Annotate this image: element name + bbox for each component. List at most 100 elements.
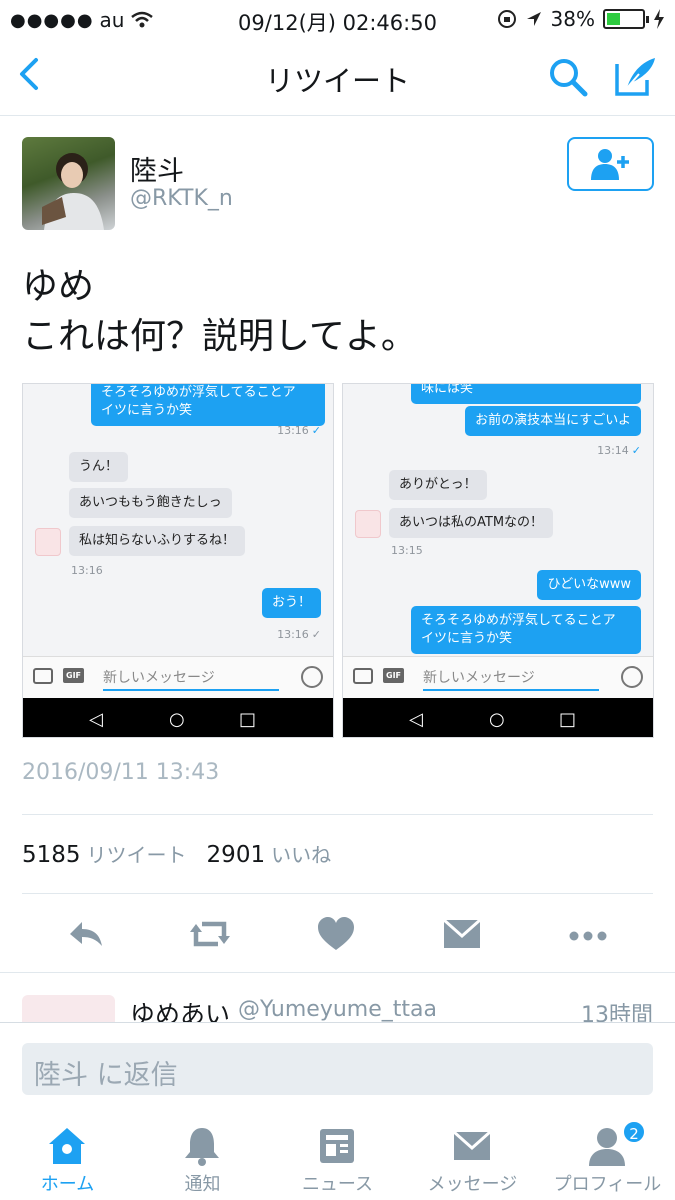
divider (22, 893, 653, 894)
tab-label: ニュース (301, 1174, 374, 1195)
android-nav-keys: ◁ ○ □ (343, 698, 653, 737)
reply-tweet-preview[interactable]: ゆめあい @Yumeyume_ttaa 13時間 (0, 972, 675, 1022)
chat-bubble-received: 私は知らないふりするね！ (69, 526, 246, 556)
direct-message-icon[interactable] (442, 914, 482, 954)
bell-icon (185, 1128, 219, 1166)
like-heart-icon[interactable] (316, 914, 356, 954)
tab-notifications[interactable]: 通知 (135, 1112, 270, 1200)
nav-recent-icon: □ (239, 709, 257, 730)
tab-news[interactable]: ニュース (270, 1112, 405, 1200)
reply-bar: 陸斗 に返信 (0, 1022, 675, 1112)
chat-time: 13:16 (277, 628, 309, 641)
tweet-actions (0, 910, 675, 956)
reply-input[interactable]: 陸斗 に返信 (22, 1043, 653, 1095)
chat-time: 13:16 (277, 424, 309, 437)
tweet-author: 陸斗 @RKTK_n (22, 137, 654, 232)
author-name[interactable]: 陸斗 (130, 149, 184, 188)
profile-icon (589, 1128, 625, 1166)
tweet-image-1[interactable]: そろそろゆめが浮気してることア イツに言うか笑 13:16 ✓ うん！ あいつももう… (22, 383, 334, 738)
reply-icon[interactable] (66, 914, 106, 954)
retweet-icon[interactable] (190, 914, 230, 954)
tab-label: プロフィール (553, 1174, 662, 1195)
tab-bar: ホーム 通知 ニュース メッセージ 2 プロフィール (0, 1112, 675, 1200)
nav-back-icon: ◁ (89, 709, 103, 730)
add-user-icon (590, 149, 629, 180)
like-label[interactable]: いいね (271, 839, 331, 868)
tweet-stats: 5185 リツイート 2901 いいね (22, 839, 345, 868)
nav-bar: リツイート (0, 40, 675, 116)
reply-avatar[interactable] (22, 995, 115, 1022)
chat-bubble-received: あいつももう飽きたしっ (69, 488, 232, 518)
android-nav-keys: ◁ ○ □ (23, 698, 333, 737)
location-arrow-icon (526, 12, 541, 26)
news-icon (320, 1129, 354, 1163)
chat-area: そろそろゆめが浮気してることア イツに言うか笑 13:16 ✓ うん！ あいつももう… (23, 384, 333, 656)
tab-messages[interactable]: メッセージ (405, 1112, 540, 1200)
tab-label: 通知 (184, 1174, 221, 1195)
tab-label: メッセージ (427, 1174, 518, 1195)
tweet-text: ゆめ これは何？説明してよ。 (22, 266, 417, 357)
avatar-photo (42, 153, 104, 230)
chat-text: そろそろゆめが浮気してることア (421, 613, 616, 628)
tab-home[interactable]: ホーム (0, 1112, 135, 1200)
chat-timestamp: 13:16 ✓ (277, 424, 321, 437)
chat-text: そろそろゆめが浮気してることア (101, 385, 296, 400)
like-count[interactable]: 2901 (207, 842, 266, 868)
retweet-label[interactable]: リツイート (87, 839, 187, 868)
notification-badge: 2 (622, 1120, 646, 1144)
chat-bubble-received: ありがとっ！ (389, 470, 487, 500)
retweet-count[interactable]: 5185 (22, 842, 81, 868)
chat-input-bar: GIF 新しいメッセージ (343, 656, 653, 698)
chat-timestamp: 13:16 (71, 564, 103, 577)
status-bar: ●●●●● au 09/12(月) 02:46:50 38% (0, 0, 675, 40)
reply-author-name[interactable]: ゆめあい (130, 995, 230, 1022)
battery-percent: 38% (550, 7, 595, 31)
status-right: 38% (497, 7, 665, 31)
tweet-date: 2016/09/11 13:43 (22, 760, 220, 785)
gif-icon: GIF (63, 668, 85, 683)
chat-bubble-sent: ひどいなwww (537, 570, 641, 600)
avatar[interactable] (22, 137, 115, 230)
reply-author-handle[interactable]: @Yumeyume_ttaa (238, 997, 437, 1022)
chat-text: イツに言うか笑 (101, 403, 193, 418)
chat-timestamp: 13:14 ✓ (597, 444, 641, 457)
message-field: 新しいメッセージ (423, 665, 599, 691)
chat-bubble-sent: そろそろゆめが浮気してることア イツに言うか笑 (91, 384, 325, 426)
tweet-image-2[interactable]: 味には笑 お前の演技本当にすごいよ 13:14 ✓ ありがとっ！ あいつは私のAT… (342, 383, 654, 738)
charging-bolt-icon (654, 9, 664, 29)
compose-tweet-icon[interactable] (613, 54, 657, 98)
more-options-icon[interactable] (568, 914, 608, 954)
chat-bubble-sent: 味には笑 (411, 384, 641, 404)
reply-time: 13時間 (581, 1003, 653, 1022)
nav-home-icon: ○ (489, 709, 505, 730)
message-field: 新しいメッセージ (103, 665, 279, 691)
chat-bubble-sent: お前の演技本当にすごいよ (465, 406, 641, 436)
chat-time: 13:14 (597, 444, 629, 457)
gif-icon: GIF (383, 668, 405, 683)
chat-bubble-sent: そろそろゆめが浮気してることア イツに言うか笑 (411, 606, 641, 654)
search-icon[interactable] (547, 56, 589, 98)
author-handle[interactable]: @RKTK_n (130, 186, 233, 211)
tab-label: ホーム (40, 1174, 95, 1195)
chat-bubble-sent: おう！ (261, 588, 321, 618)
chat-text: イツに言うか笑 (421, 631, 513, 646)
envelope-icon (453, 1130, 491, 1160)
chat-timestamp: 13:16 ✓ (277, 628, 321, 641)
nav-recent-icon: □ (559, 709, 577, 730)
chat-bubble-received: うん！ (69, 452, 129, 482)
tab-profile[interactable]: 2 プロフィール (540, 1112, 675, 1200)
follow-button[interactable] (567, 137, 654, 191)
chat-bubble-received: あいつは私のATMなの！ (389, 508, 554, 538)
divider (22, 814, 653, 815)
battery-icon (603, 9, 649, 29)
rotation-lock-icon (497, 10, 516, 28)
camera-icon (33, 668, 53, 684)
home-icon (49, 1128, 85, 1164)
camera-icon (353, 668, 373, 684)
emoji-icon (301, 666, 323, 688)
nav-back-icon: ◁ (409, 709, 423, 730)
emoji-icon (621, 666, 643, 688)
chat-avatar-sticker (35, 528, 61, 556)
chat-area: 味には笑 お前の演技本当にすごいよ 13:14 ✓ ありがとっ！ あいつは私のAT… (343, 384, 653, 656)
chat-avatar-sticker (355, 510, 381, 538)
